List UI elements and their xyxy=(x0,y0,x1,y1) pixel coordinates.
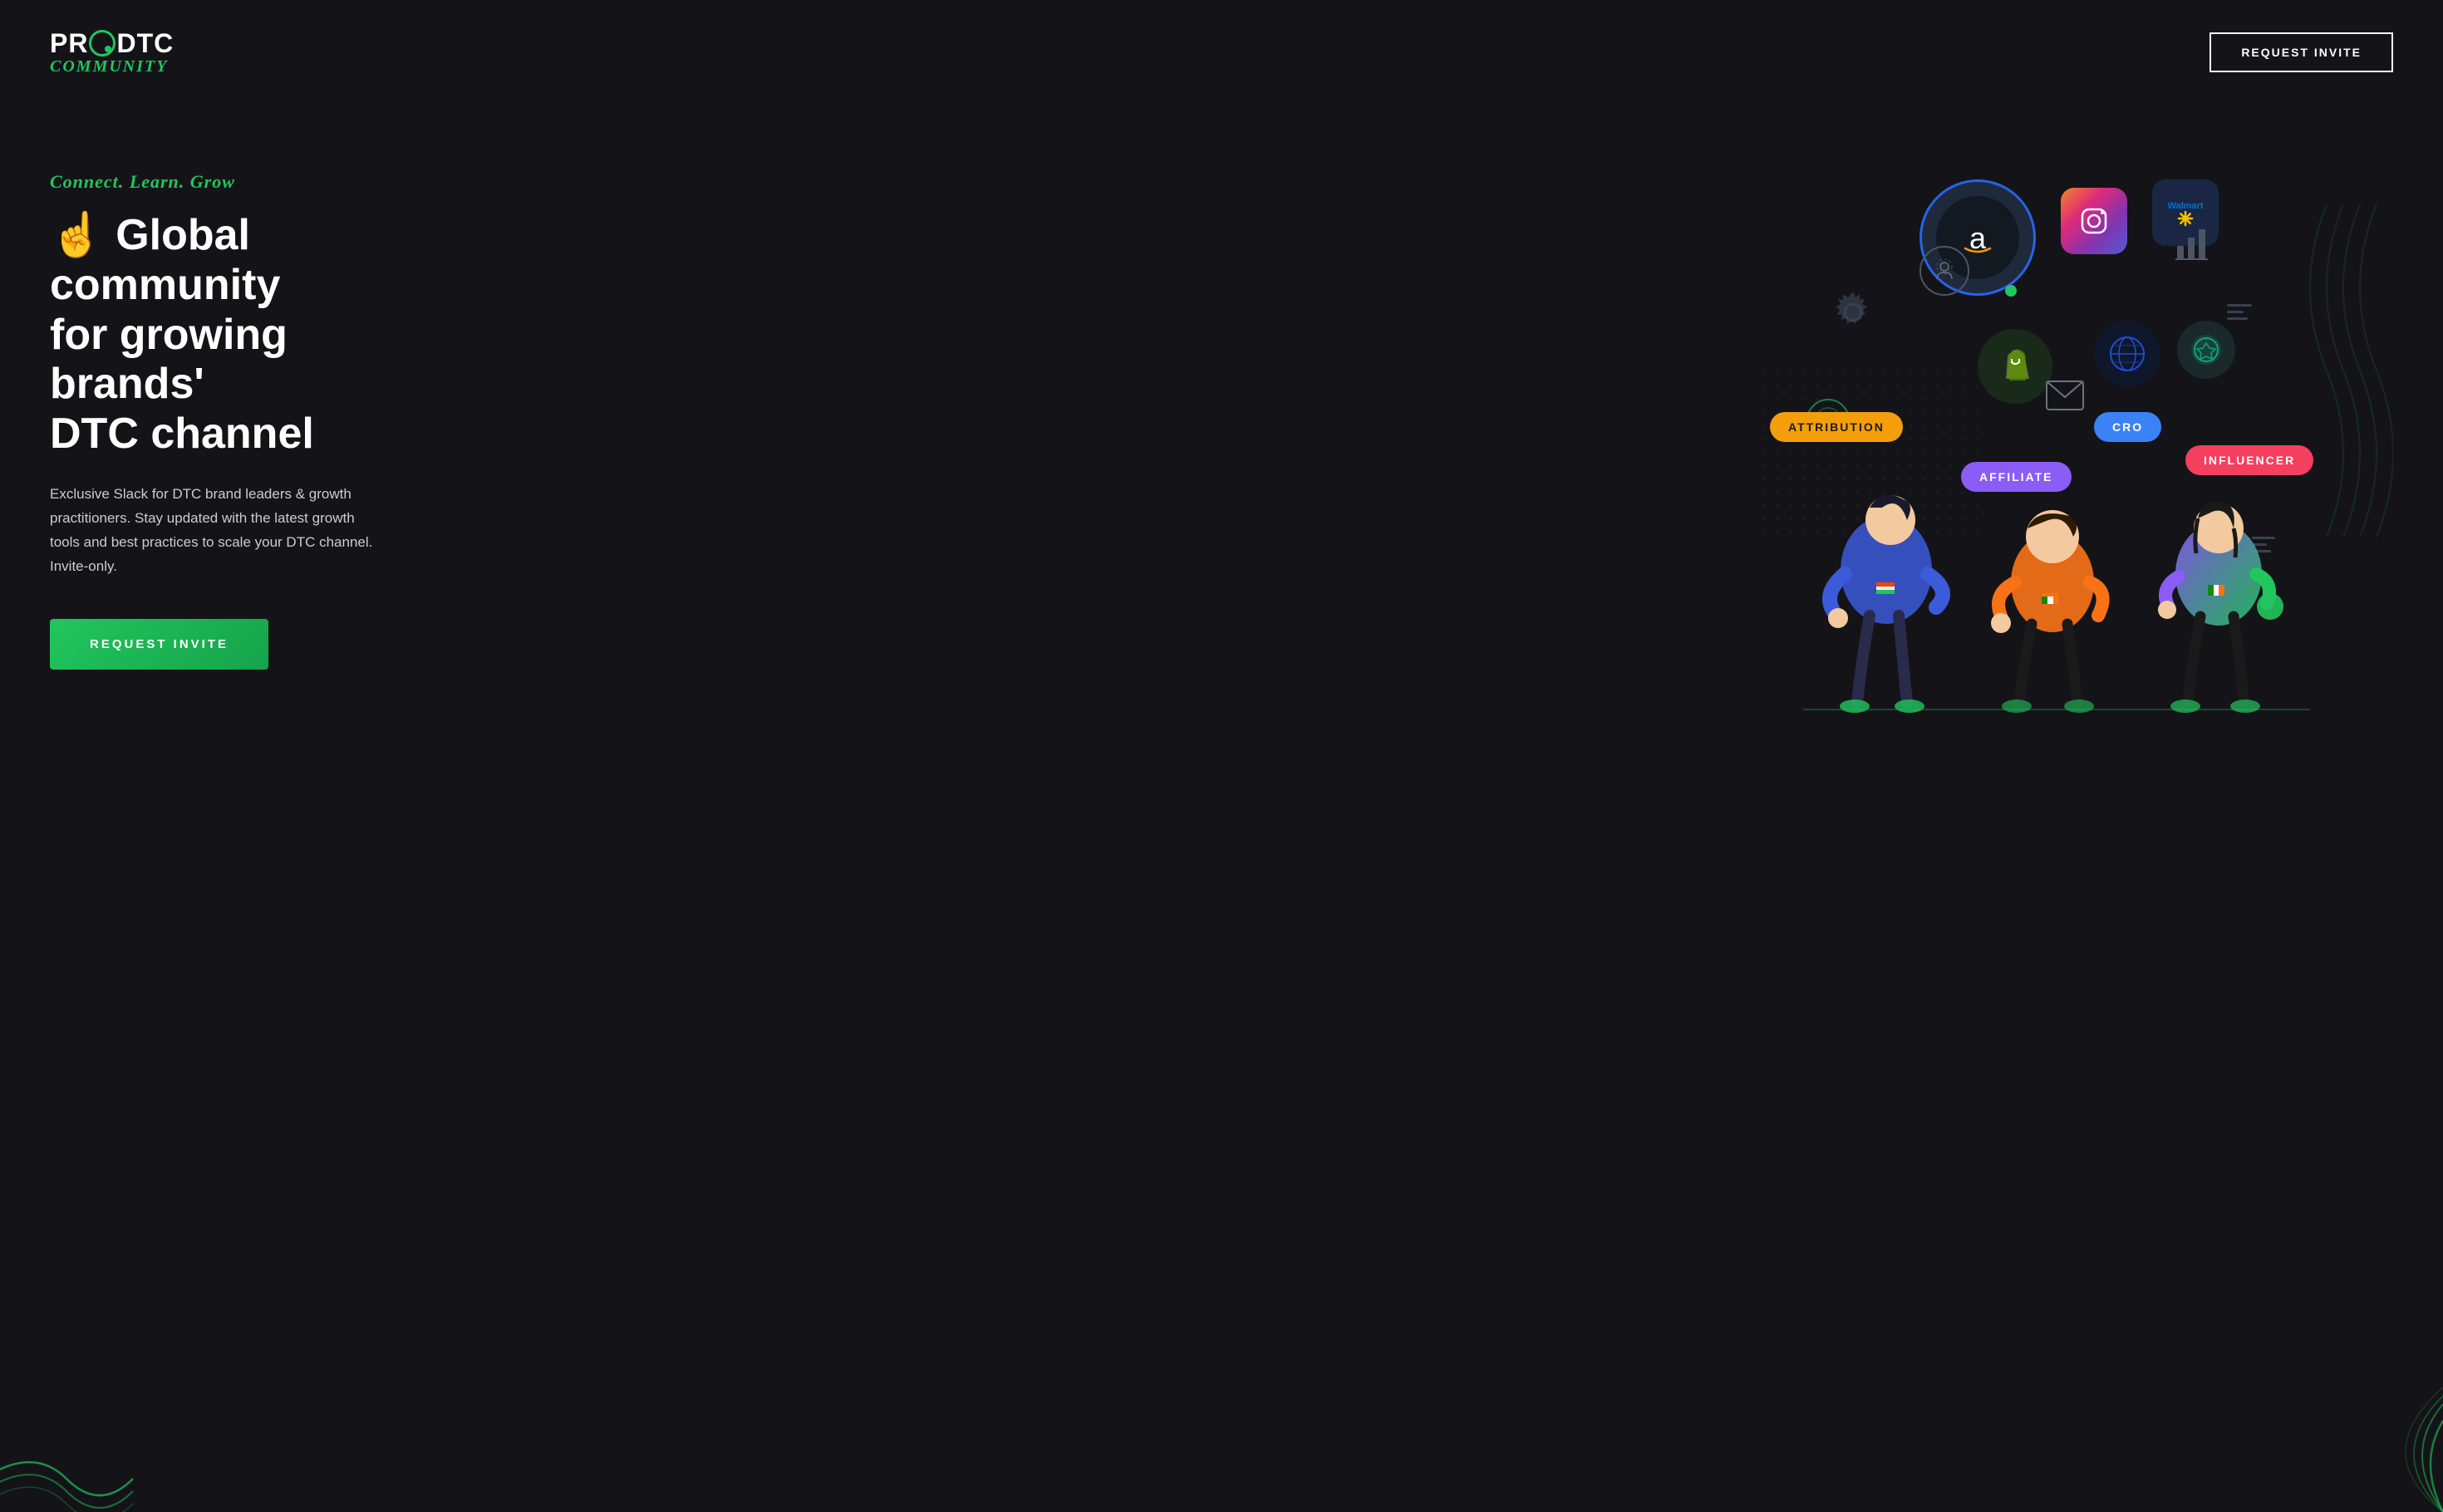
attribution-tag: ATTRIBUTION xyxy=(1770,412,1903,442)
instagram-icon xyxy=(2061,188,2127,254)
hero-emoji: ☝ xyxy=(50,211,104,259)
menu-lines xyxy=(2227,304,2252,320)
hero-section: Connect. Learn. Grow ☝ Global communityf… xyxy=(0,105,2443,719)
shopify-icon xyxy=(1978,329,2052,404)
gear-svg xyxy=(1828,287,1878,337)
logo-o-icon xyxy=(89,30,116,56)
menu-line-3 xyxy=(2227,317,2248,320)
svg-text:Walmart: Walmart xyxy=(2168,201,2204,211)
amazon-svg: a xyxy=(1957,217,1998,258)
hero-right: a Walmart xyxy=(499,155,2393,719)
hero-description: Exclusive Slack for DTC brand leaders & … xyxy=(50,483,382,579)
menu-line-1 xyxy=(2227,304,2252,307)
bottom-left-svg xyxy=(0,1412,166,1512)
chart-svg xyxy=(2173,221,2214,263)
shopify-svg xyxy=(1993,344,2038,390)
chart-icon xyxy=(2173,221,2214,268)
logo-top: PR DTC xyxy=(50,30,174,56)
header: PR DTC COMMUNITY REQUEST INVITE xyxy=(0,0,2443,105)
illustration: a Walmart xyxy=(1712,138,2393,719)
gear-icon xyxy=(1828,287,1878,347)
hero-tagline: Connect. Learn. Grow xyxy=(50,171,449,193)
menu-line-2 xyxy=(2227,311,2244,313)
green-dot-amazon xyxy=(2005,285,2017,297)
logo-text-dtc: DTC xyxy=(116,30,174,56)
person-svg xyxy=(1933,259,1956,282)
instagram-svg xyxy=(2076,203,2112,239)
globe-icon xyxy=(2094,321,2160,387)
bottom-deco-left xyxy=(0,1412,166,1512)
people-illustration xyxy=(1753,454,2335,719)
nav-request-invite-button[interactable]: REQUEST INVITE xyxy=(2210,32,2393,72)
email-svg xyxy=(2044,379,2086,412)
openai-svg xyxy=(2188,331,2224,368)
logo: PR DTC COMMUNITY xyxy=(50,30,174,75)
person-icon xyxy=(1920,246,1969,296)
email-icon xyxy=(2044,379,2086,420)
hero-request-invite-button[interactable]: REQUEST INVITE xyxy=(50,619,268,670)
logo-text-pr: PR xyxy=(50,30,88,56)
bottom-right-svg xyxy=(2277,1387,2443,1512)
cro-tag: CRO xyxy=(2094,412,2161,442)
logo-community: COMMUNITY xyxy=(50,58,174,75)
globe-svg xyxy=(2106,333,2148,375)
hero-left: Connect. Learn. Grow ☝ Global communityf… xyxy=(50,155,449,670)
bottom-deco-right xyxy=(2277,1387,2443,1512)
openai-icon xyxy=(2177,321,2235,379)
hero-title: ☝ Global communityfor growing brands'DTC… xyxy=(50,211,449,459)
